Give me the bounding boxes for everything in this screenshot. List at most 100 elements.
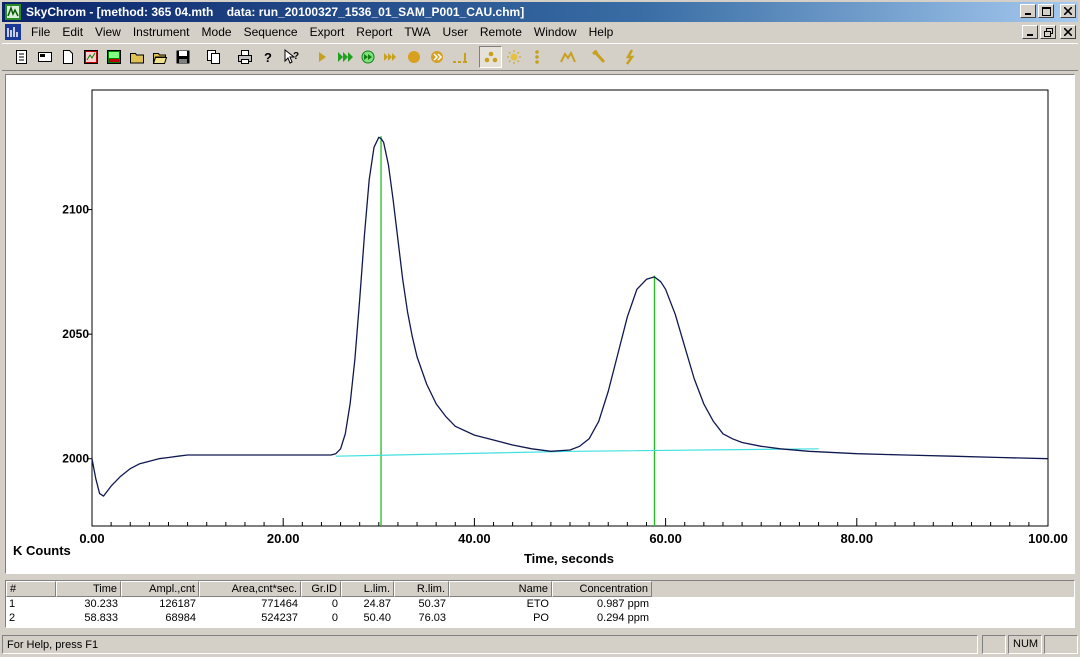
loop-play-icon xyxy=(361,50,374,64)
chromatogram-chart[interactable]: 2000 2050 2100 0.00 20.00 40.00 60.00 80.00 100… xyxy=(6,75,1074,573)
fast-play-icon xyxy=(337,52,353,62)
page-icon xyxy=(62,50,73,64)
pause-button[interactable] xyxy=(425,46,448,68)
cell-area: 771464 xyxy=(261,598,298,610)
open-folder-button[interactable] xyxy=(125,46,148,68)
image-icon xyxy=(106,50,121,64)
child-restore-button[interactable] xyxy=(1040,25,1056,39)
menu-remote[interactable]: Remote xyxy=(474,23,528,41)
print-button[interactable] xyxy=(233,46,256,68)
open-file-button[interactable] xyxy=(148,46,171,68)
table-row[interactable]: 1 30.233 126187 771464 0 24.87 50.37 ETO… xyxy=(6,597,1074,611)
play-icon xyxy=(318,52,326,62)
blank-page-button[interactable] xyxy=(56,46,79,68)
vertical-dots-button[interactable] xyxy=(525,46,548,68)
menu-export[interactable]: Export xyxy=(304,23,351,41)
step-button[interactable] xyxy=(448,46,471,68)
col-header-time[interactable]: Time xyxy=(56,581,121,597)
menu-edit[interactable]: Edit xyxy=(56,23,89,41)
cell-index: 1 xyxy=(9,598,16,610)
step-icon xyxy=(452,53,467,63)
cell-concentration: 0.987 ppm xyxy=(597,598,649,610)
col-header-amplitude[interactable]: Ampl.,cnt xyxy=(121,581,199,597)
menu-instrument[interactable]: Instrument xyxy=(127,23,196,41)
x-tick-label: 0.00 xyxy=(79,531,104,546)
menu-report[interactable]: Report xyxy=(350,23,398,41)
method-icon xyxy=(37,52,52,62)
title-bar[interactable]: SkyChrom - [method: 365 04.mth data: run… xyxy=(2,2,1078,22)
close-icon xyxy=(1064,7,1072,15)
minimize-icon xyxy=(1027,34,1033,36)
chromatogram-panel[interactable]: 2000 2050 2100 0.00 20.00 40.00 60.00 80.00 100… xyxy=(5,74,1075,574)
stop-button[interactable] xyxy=(402,46,425,68)
menu-view[interactable]: View xyxy=(89,23,127,41)
cell-right-limit: 50.37 xyxy=(418,598,446,610)
col-header-left-limit[interactable]: L.lim. xyxy=(341,581,394,597)
menu-twa[interactable]: TWA xyxy=(398,23,436,41)
col-header-group-id[interactable]: Gr.ID xyxy=(301,581,341,597)
run-single-button[interactable] xyxy=(310,46,333,68)
status-pane-empty xyxy=(982,635,1006,654)
new-doc-icon xyxy=(15,50,27,64)
cell-left-limit: 50.40 xyxy=(363,612,391,624)
x-tick-label: 80.00 xyxy=(841,531,874,546)
copy-icon xyxy=(206,50,220,64)
pointer-icon xyxy=(625,49,634,65)
close-button[interactable] xyxy=(1060,4,1076,18)
peak-dots-icon xyxy=(484,51,497,63)
menu-user[interactable]: User xyxy=(437,23,474,41)
cell-group-id: 0 xyxy=(331,598,338,610)
open-method-button[interactable] xyxy=(33,46,56,68)
menu-file[interactable]: File xyxy=(25,23,56,41)
maximize-button[interactable] xyxy=(1038,4,1054,18)
x-axis-label: Time, seconds xyxy=(524,551,614,566)
col-header-right-limit[interactable]: R.lim. xyxy=(394,581,449,597)
status-help-text: For Help, press F1 xyxy=(2,635,978,654)
col-header-name[interactable]: Name xyxy=(449,581,552,597)
y-axis-label: K Counts xyxy=(13,543,71,558)
child-minimize-button[interactable] xyxy=(1022,25,1038,39)
chart-view-button[interactable] xyxy=(79,46,102,68)
cell-amplitude: 126187 xyxy=(159,598,196,610)
svg-text:?: ? xyxy=(264,50,272,65)
run-sequence-button[interactable] xyxy=(333,46,356,68)
cell-time: 58.833 xyxy=(84,612,118,624)
menu-window[interactable]: Window xyxy=(528,23,583,41)
restore-icon xyxy=(1043,27,1053,37)
wrench-button[interactable] xyxy=(587,46,610,68)
x-tick-label: 20.00 xyxy=(267,531,300,546)
context-help-button[interactable]: ? xyxy=(279,46,302,68)
y-tick-label: 2050 xyxy=(62,327,89,341)
run-sequence-alt-button[interactable] xyxy=(356,46,379,68)
menu-bar: File Edit View Instrument Mode Sequence … xyxy=(2,22,1078,42)
child-close-button[interactable] xyxy=(1060,25,1076,39)
help-button[interactable]: ? xyxy=(256,46,279,68)
table-row[interactable]: 2 58.833 68984 524237 0 50.40 76.03 PO 0… xyxy=(6,611,1074,625)
new-doc-button[interactable] xyxy=(10,46,33,68)
y-tick-label: 2100 xyxy=(62,203,89,217)
pointer-button[interactable] xyxy=(618,46,641,68)
minimize-icon xyxy=(1025,13,1031,15)
copy-button[interactable] xyxy=(202,46,225,68)
col-header-area[interactable]: Area,cnt*sec. xyxy=(199,581,301,597)
menu-mode[interactable]: Mode xyxy=(196,23,238,41)
chart-icon xyxy=(83,50,98,64)
peak-results-table[interactable]: # Time Ampl.,cnt Area,cnt*sec. Gr.ID L.l… xyxy=(5,580,1075,628)
mountain-button[interactable] xyxy=(556,46,579,68)
col-header-concentration[interactable]: Concentration xyxy=(552,581,652,597)
toolbar: ? ? xyxy=(2,43,1078,71)
fast-forward-button[interactable] xyxy=(379,46,402,68)
menu-sequence[interactable]: Sequence xyxy=(238,23,304,41)
save-button[interactable] xyxy=(171,46,194,68)
col-header-index[interactable]: # xyxy=(6,581,56,597)
save-icon xyxy=(176,50,189,64)
minimize-button[interactable] xyxy=(1020,4,1036,18)
table-header: # Time Ampl.,cnt Area,cnt*sec. Gr.ID L.l… xyxy=(6,581,1074,597)
cell-index: 2 xyxy=(9,612,16,624)
baseline-button[interactable] xyxy=(502,46,525,68)
peak-detect-button[interactable] xyxy=(479,46,502,68)
menu-help[interactable]: Help xyxy=(583,23,620,41)
image-view-button[interactable] xyxy=(102,46,125,68)
document-icon[interactable] xyxy=(5,24,21,40)
app-icon xyxy=(5,4,21,20)
